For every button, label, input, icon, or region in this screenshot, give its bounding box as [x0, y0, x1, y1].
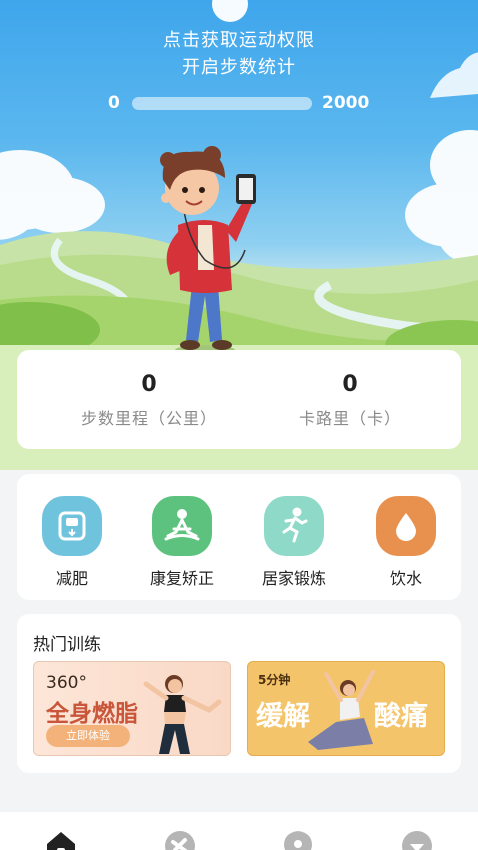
bottom-nav — [0, 812, 478, 850]
step-progress-bar — [132, 97, 312, 110]
category-label: 康复矫正 — [149, 569, 214, 588]
category-weight-loss[interactable]: 减肥 — [17, 496, 127, 589]
distance-label: 步数里程（公里） — [80, 409, 217, 428]
home-icon — [47, 832, 75, 850]
category-label: 减肥 — [55, 569, 88, 588]
nav-discover[interactable] — [281, 828, 315, 850]
banner-duration: 5分钟 — [258, 673, 291, 687]
calorie-label: 卡路里（卡） — [298, 409, 401, 428]
nav-profile[interactable] — [400, 828, 434, 850]
nav-home[interactable] — [44, 828, 78, 850]
profile-icon — [402, 831, 432, 850]
running-icon — [264, 496, 324, 556]
category-label: 居家锻炼 — [261, 569, 326, 588]
try-now-button[interactable]: 立即体验 — [46, 725, 130, 747]
banner-degree-text: 360° — [46, 673, 87, 693]
distance-value: 0 — [141, 372, 157, 397]
category-card: 减肥 康复矫正 居家锻炼 饮水 — [17, 474, 461, 600]
hot-training-card: 热门训练 360° 全身燃脂 立即体验 5分钟 缓解 酸痛 — [17, 614, 461, 773]
banner-full-body-fat-burn[interactable]: 360° 全身燃脂 立即体验 — [33, 661, 231, 756]
location-icon — [284, 831, 312, 850]
calorie-stat: 0 卡路里（卡） — [239, 350, 461, 429]
hot-training-title: 热门训练 — [33, 635, 101, 655]
banner-title-part1: 缓解 — [256, 701, 310, 732]
nav-workout[interactable] — [163, 828, 197, 850]
distance-stat: 0 步数里程（公里） — [37, 350, 261, 429]
dumbbell-icon — [165, 831, 195, 850]
category-label: 饮水 — [389, 569, 422, 588]
step-stats-prompt[interactable]: 开启步数统计 — [0, 53, 478, 79]
water-drop-icon — [376, 496, 436, 556]
calorie-value: 0 — [342, 372, 358, 397]
scale-icon — [42, 496, 102, 556]
banner-title: 全身燃脂 — [46, 701, 138, 727]
category-rehab[interactable]: 康复矫正 — [127, 496, 237, 589]
banner-relieve-soreness[interactable]: 5分钟 缓解 酸痛 — [247, 661, 445, 756]
permission-prompt[interactable]: 点击获取运动权限 — [0, 26, 478, 52]
meditation-icon — [152, 496, 212, 556]
step-goal-value: 2000 — [322, 93, 370, 113]
category-home-workout[interactable]: 居家锻炼 — [239, 496, 349, 589]
banner-title-part2: 酸痛 — [374, 701, 428, 732]
category-water[interactable]: 饮水 — [351, 496, 461, 589]
step-min-value: 0 — [108, 93, 120, 113]
stats-card: 0 步数里程（公里） 0 卡路里（卡） — [17, 350, 461, 449]
